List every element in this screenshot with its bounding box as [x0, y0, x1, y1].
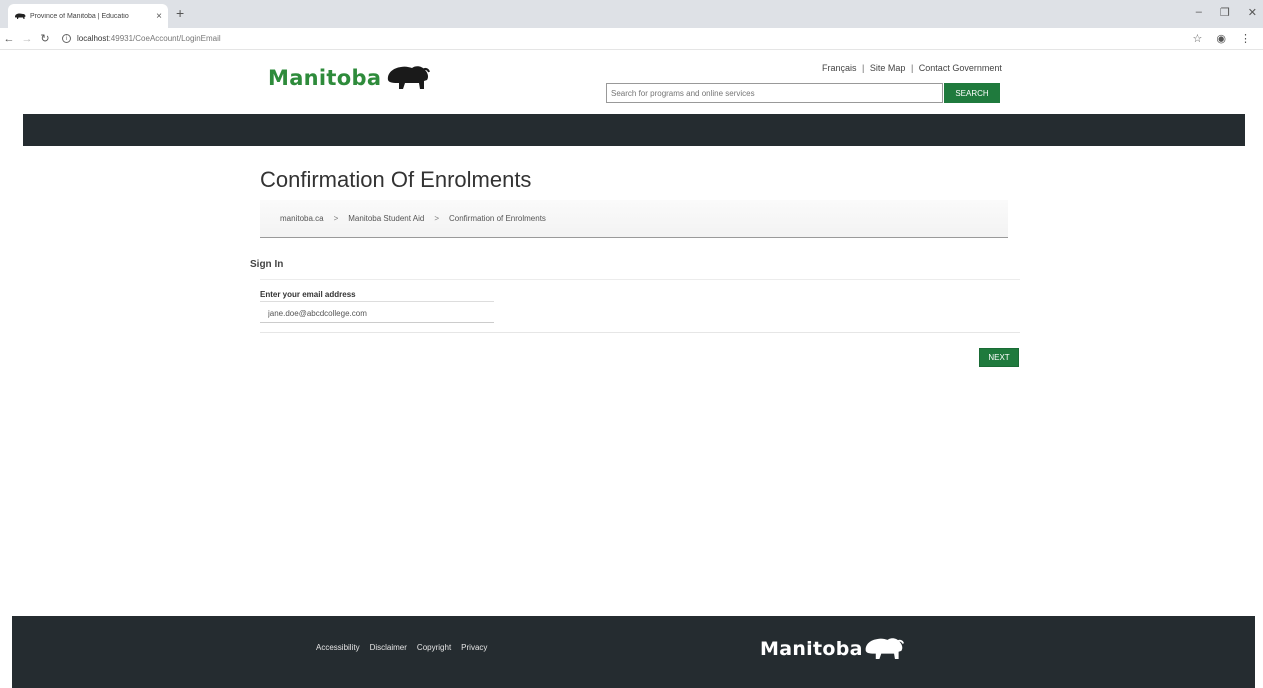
email-label: Enter your email address — [260, 290, 356, 299]
bison-icon — [388, 66, 431, 89]
breadcrumb-separator: > — [434, 214, 439, 223]
back-arrow-icon[interactable]: ← — [0, 33, 18, 45]
search-button[interactable]: SEARCH — [944, 83, 1000, 103]
browser-tab[interactable]: Province of Manitoba | Educatio × — [8, 4, 168, 28]
tab-title: Province of Manitoba | Educatio — [30, 12, 129, 20]
breadcrumb: manitoba.ca > Manitoba Student Aid > Con… — [260, 200, 1008, 238]
footer-link-privacy[interactable]: Privacy — [461, 643, 487, 652]
url-path: :49931/CoeAccount/LoginEmail — [108, 34, 221, 43]
bison-icon — [865, 638, 904, 660]
star-icon[interactable]: ☆ — [1193, 32, 1203, 45]
reload-icon[interactable]: ↻ — [36, 32, 54, 45]
account-icon[interactable]: ◉ — [1216, 32, 1226, 45]
footer-manitoba-logo[interactable]: Manitoba — [760, 636, 905, 662]
browser-tab-strip: Province of Manitoba | Educatio × + – ❐ … — [0, 0, 1263, 28]
manitoba-logo[interactable]: Manitoba — [268, 64, 431, 92]
footer-logo-text: Manitoba — [760, 638, 863, 660]
footer-links: Accessibility Disclaimer Copyright Priva… — [316, 643, 487, 652]
browser-toolbar: ← → ↻ i localhost :49931/CoeAccount/Logi… — [0, 28, 1263, 50]
info-icon[interactable]: i — [62, 34, 71, 43]
url-host: localhost — [77, 34, 109, 43]
new-tab-icon[interactable]: + — [176, 5, 184, 21]
divider — [260, 332, 1020, 333]
window-controls: – ❐ ✕ — [1196, 6, 1257, 19]
close-window-icon[interactable]: ✕ — [1248, 6, 1257, 19]
navigation-band — [23, 114, 1245, 146]
minimize-icon[interactable]: – — [1196, 6, 1202, 19]
footer-link-copyright[interactable]: Copyright — [417, 643, 451, 652]
sign-in-heading: Sign In — [250, 259, 284, 270]
address-bar[interactable]: i localhost :49931/CoeAccount/LoginEmail — [62, 30, 1193, 48]
footer: Accessibility Disclaimer Copyright Priva… — [12, 616, 1255, 688]
page-title: Confirmation Of Enrolments — [260, 167, 532, 192]
restore-icon[interactable]: ❐ — [1220, 6, 1230, 19]
footer-link-disclaimer[interactable]: Disclaimer — [370, 643, 407, 652]
search-input[interactable] — [606, 83, 943, 103]
breadcrumb-current: Confirmation of Enrolments — [449, 214, 546, 223]
utility-links: Français | Site Map | Contact Government — [822, 63, 1002, 73]
francais-link[interactable]: Français — [822, 63, 857, 73]
menu-icon[interactable]: ⋮ — [1240, 32, 1251, 45]
logo-text: Manitoba — [268, 66, 382, 90]
bison-favicon-icon — [15, 13, 26, 19]
email-field[interactable] — [260, 305, 494, 323]
forward-arrow-icon[interactable]: → — [18, 33, 36, 45]
divider — [260, 279, 1020, 280]
breadcrumb-student-aid[interactable]: Manitoba Student Aid — [348, 214, 424, 223]
link-separator: | — [910, 63, 914, 73]
contact-government-link[interactable]: Contact Government — [919, 63, 1002, 73]
tab-close-icon[interactable]: × — [156, 11, 162, 22]
divider — [260, 301, 494, 302]
breadcrumb-manitoba[interactable]: manitoba.ca — [280, 214, 324, 223]
next-button[interactable]: NEXT — [979, 348, 1019, 367]
toolbar-right: ☆ ◉ ⋮ — [1193, 32, 1251, 45]
site-map-link[interactable]: Site Map — [870, 63, 906, 73]
breadcrumb-separator: > — [333, 214, 339, 223]
footer-link-accessibility[interactable]: Accessibility — [316, 643, 360, 652]
link-separator: | — [862, 63, 865, 73]
